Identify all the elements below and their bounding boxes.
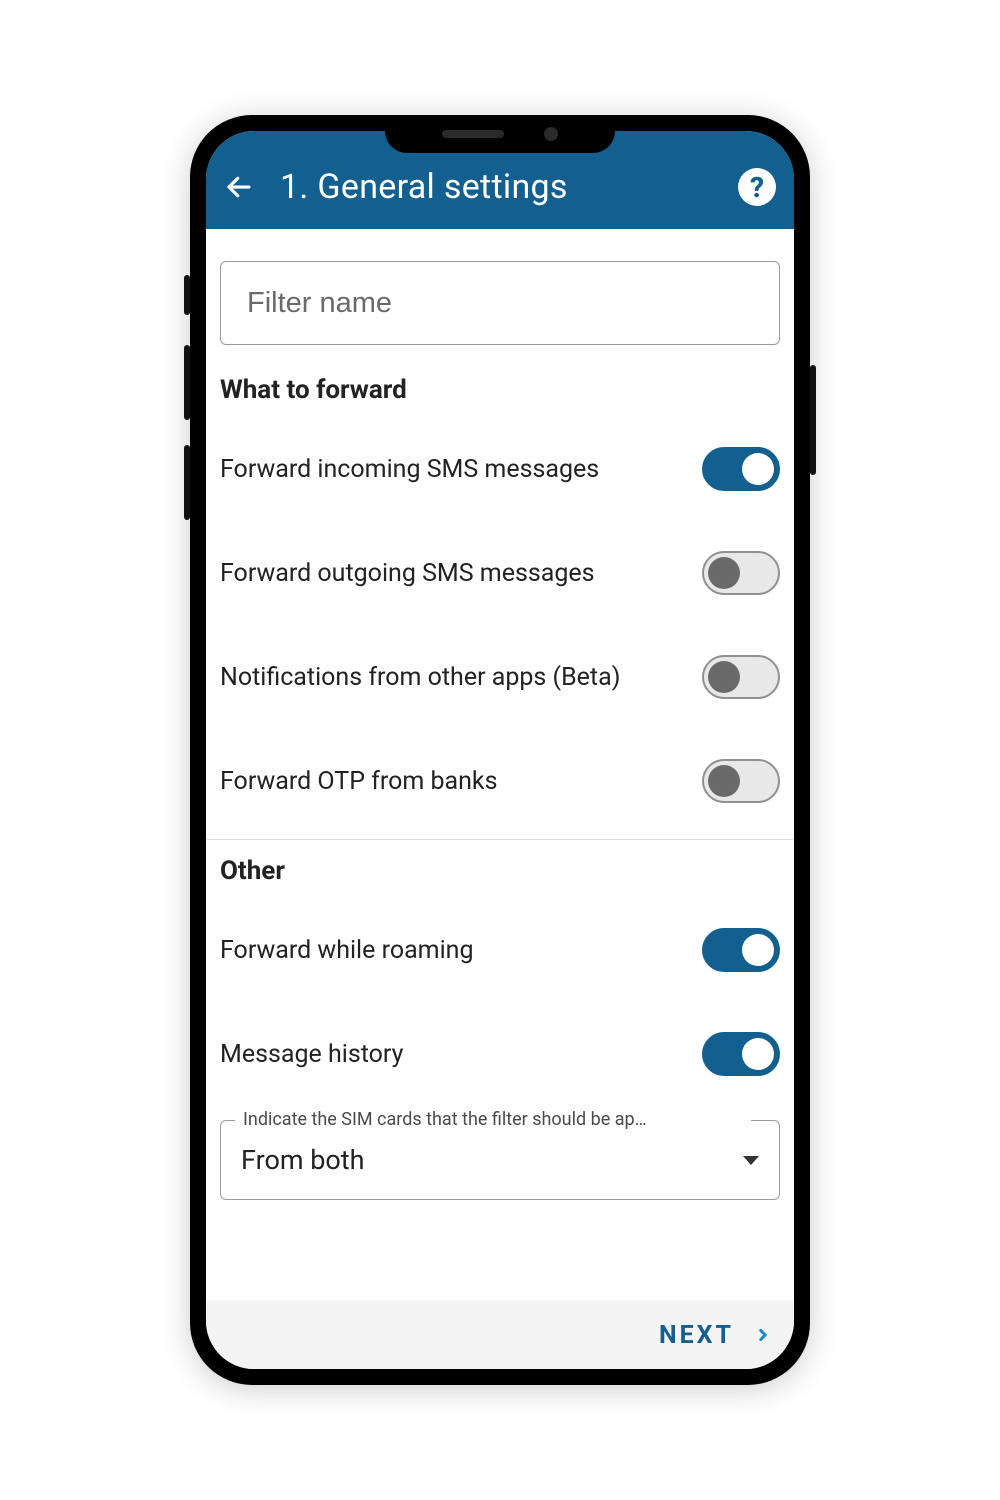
- camera-icon: [544, 127, 558, 141]
- section-divider: [206, 839, 794, 840]
- help-button[interactable]: ?: [738, 168, 776, 206]
- app-header: 1. General settings ?: [206, 131, 794, 229]
- setting-label: Forward incoming SMS messages: [220, 455, 599, 484]
- setting-forward-incoming-sms: Forward incoming SMS messages: [206, 417, 794, 521]
- toggle-knob-icon: [742, 1038, 774, 1070]
- toggle-forward-outgoing-sms[interactable]: [702, 551, 780, 595]
- phone-notch: [440, 127, 560, 141]
- toggle-forward-while-roaming[interactable]: [702, 928, 780, 972]
- section-title-other: Other: [206, 846, 794, 898]
- toggle-knob-icon: [708, 557, 740, 589]
- screen: 1. General settings ? What to forward Fo…: [206, 131, 794, 1369]
- setting-label: Forward while roaming: [220, 936, 474, 965]
- next-label: NEXT: [659, 1321, 734, 1350]
- toggle-forward-otp[interactable]: [702, 759, 780, 803]
- sim-card-select[interactable]: Indicate the SIM cards that the filter s…: [220, 1120, 780, 1200]
- content-area: What to forward Forward incoming SMS mes…: [206, 229, 794, 1301]
- arrow-left-icon: [224, 172, 254, 202]
- setting-label: Notifications from other apps (Beta): [220, 663, 620, 692]
- filter-name-field-wrap: [206, 229, 794, 365]
- setting-label: Forward outgoing SMS messages: [220, 559, 595, 588]
- setting-label: Message history: [220, 1040, 403, 1069]
- setting-forward-while-roaming: Forward while roaming: [206, 898, 794, 1002]
- sim-select-legend: Indicate the SIM cards that the filter s…: [235, 1109, 751, 1130]
- speaker-icon: [442, 130, 504, 138]
- sim-select-value: From both: [241, 1144, 743, 1176]
- phone-frame: 1. General settings ? What to forward Fo…: [190, 115, 810, 1385]
- filter-name-input[interactable]: [220, 261, 780, 345]
- toggle-message-history[interactable]: [702, 1032, 780, 1076]
- chevron-right-icon: [754, 1322, 772, 1348]
- setting-forward-outgoing-sms: Forward outgoing SMS messages: [206, 521, 794, 625]
- chevron-down-icon: [743, 1156, 759, 1165]
- side-button: [184, 345, 190, 420]
- question-icon: ?: [750, 171, 764, 204]
- toggle-knob-icon: [708, 765, 740, 797]
- next-button[interactable]: NEXT: [206, 1301, 794, 1369]
- page-title: 1. General settings: [280, 167, 738, 207]
- toggle-knob-icon: [708, 661, 740, 693]
- side-button: [810, 365, 816, 475]
- back-button[interactable]: [224, 168, 262, 206]
- setting-label: Forward OTP from banks: [220, 767, 498, 796]
- side-button: [184, 445, 190, 520]
- toggle-knob-icon: [742, 934, 774, 966]
- setting-forward-otp: Forward OTP from banks: [206, 729, 794, 833]
- toggle-notifications-other-apps[interactable]: [702, 655, 780, 699]
- toggle-forward-incoming-sms[interactable]: [702, 447, 780, 491]
- side-button: [184, 275, 190, 315]
- section-title-what-to-forward: What to forward: [206, 365, 794, 417]
- toggle-knob-icon: [742, 453, 774, 485]
- setting-message-history: Message history: [206, 1002, 794, 1106]
- setting-notifications-other-apps: Notifications from other apps (Beta): [206, 625, 794, 729]
